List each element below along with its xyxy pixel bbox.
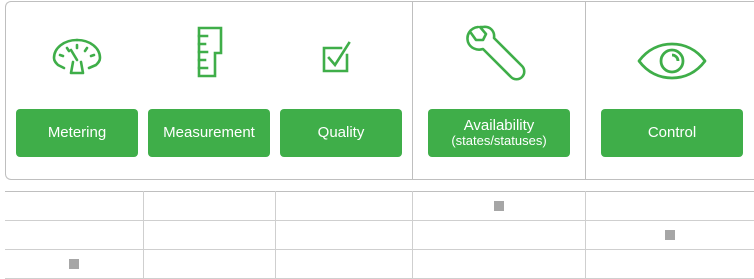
ruler-icon [196, 26, 224, 78]
divider [412, 1, 413, 179]
gauge-icon [51, 36, 103, 80]
matrix-cell [274, 249, 413, 279]
matrix-cell [274, 220, 413, 250]
measurement-label: Measurement [163, 124, 255, 142]
checkbox-icon [321, 40, 351, 74]
marker-square [664, 229, 675, 240]
matrix-cell [584, 191, 754, 221]
matrix-row [5, 249, 754, 279]
matrix-cell [142, 220, 276, 250]
matrix-cell [411, 249, 586, 279]
matrix-cell [142, 191, 276, 221]
category-diagram: Metering Measurement Quality Availabilit… [0, 0, 754, 279]
marker-square [493, 200, 504, 211]
matrix-cell [5, 191, 144, 221]
availability-sublabel: (states/statuses) [451, 133, 547, 149]
eye-icon [636, 41, 708, 81]
matrix-cell [5, 220, 144, 250]
matrix-cell [142, 249, 276, 279]
measurement-button[interactable]: Measurement [148, 109, 270, 157]
availability-button[interactable]: Availability (states/statuses) [428, 109, 570, 157]
metering-label: Metering [47, 124, 107, 142]
wrench-icon [464, 25, 530, 83]
matrix-cell [411, 191, 586, 221]
matrix-cell [274, 191, 413, 221]
matrix-row [5, 220, 754, 250]
control-button[interactable]: Control [601, 109, 743, 157]
matrix-row [5, 191, 754, 221]
quality-label: Quality [317, 124, 365, 142]
matrix-cell [584, 249, 754, 279]
availability-label: Availability [463, 116, 535, 134]
control-label: Control [647, 124, 697, 142]
quality-button[interactable]: Quality [280, 109, 402, 157]
divider [585, 1, 586, 179]
marker-square [68, 258, 79, 269]
matrix-cell [5, 249, 144, 279]
matrix-cell [411, 220, 586, 250]
matrix-cell [584, 220, 754, 250]
category-matrix [5, 191, 754, 279]
metering-button[interactable]: Metering [16, 109, 138, 157]
